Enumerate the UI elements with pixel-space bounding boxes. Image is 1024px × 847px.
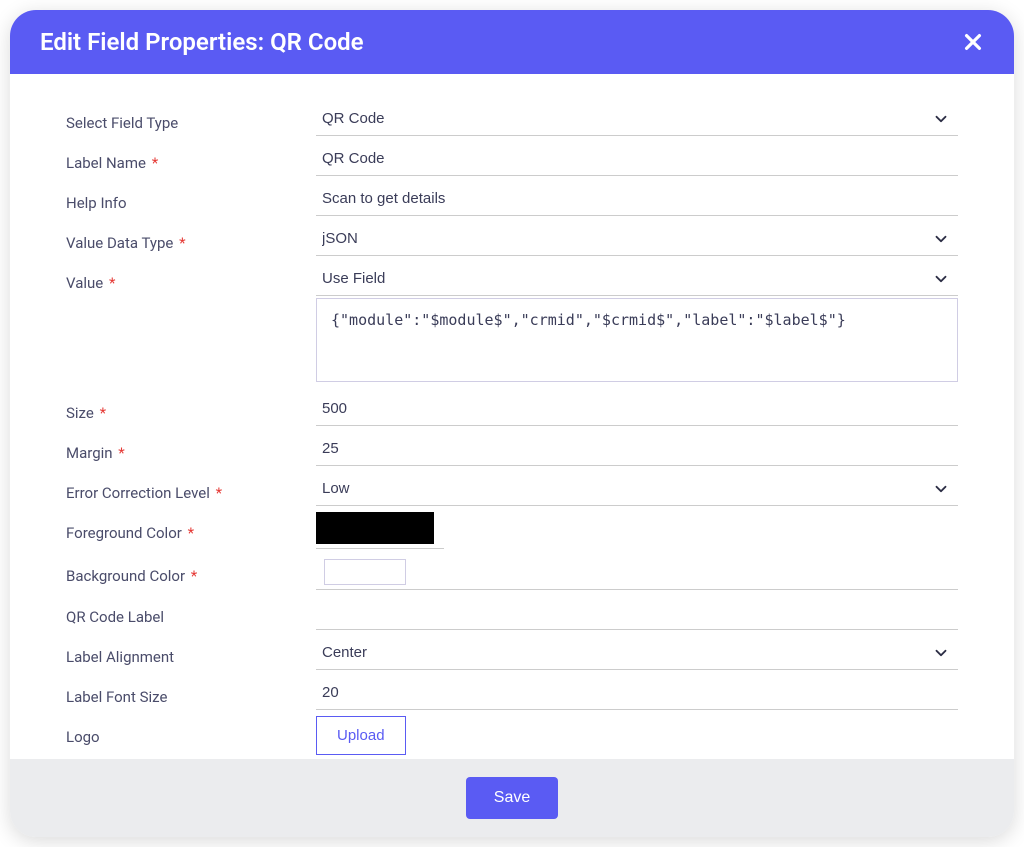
label-bg-color: Background Color * [66,555,316,585]
select-value-data-type[interactable] [316,222,958,256]
label-value-data-type: Value Data Type * [66,222,316,252]
row-fg-color: Foreground Color * [66,512,958,549]
close-button[interactable] [962,31,984,53]
edit-field-modal: Edit Field Properties: QR Code Select Fi… [10,10,1014,837]
close-icon [962,31,984,53]
row-ecl: Error Correction Level * [66,472,958,506]
input-help-info[interactable] [316,182,958,216]
row-margin: Margin * [66,432,958,466]
modal-header: Edit Field Properties: QR Code [10,10,1014,74]
label-value: Value * [66,262,316,292]
row-label-align: Label Alignment [66,636,958,670]
label-fg-color: Foreground Color * [66,512,316,542]
save-button[interactable]: Save [466,777,558,819]
modal-footer: Save [10,759,1014,837]
label-label-font-size: Label Font Size [66,676,316,706]
row-help-info: Help Info [66,182,958,216]
row-value: Value * [66,262,958,386]
input-margin[interactable] [316,432,958,466]
input-qr-label[interactable] [316,596,958,630]
select-ecl[interactable] [316,472,958,506]
row-label-font-size: Label Font Size [66,676,958,710]
color-picker-foreground[interactable] [316,512,434,544]
label-label-name: Label Name * [66,142,316,172]
label-qr-label: QR Code Label [66,596,316,626]
label-size: Size * [66,392,316,422]
label-label-align: Label Alignment [66,636,316,666]
modal-title: Edit Field Properties: QR Code [40,28,364,56]
row-logo: Logo Upload [66,716,958,755]
label-margin: Margin * [66,432,316,462]
select-value-mode[interactable] [316,262,958,296]
select-field-type[interactable] [316,102,958,136]
input-label-font-size[interactable] [316,676,958,710]
row-bg-color: Background Color * [66,555,958,590]
label-logo: Logo [66,716,316,746]
label-help-info: Help Info [66,182,316,212]
row-value-data-type: Value Data Type * [66,222,958,256]
row-label-name: Label Name * [66,142,958,176]
label-field-type: Select Field Type [66,102,316,132]
upload-button[interactable]: Upload [316,716,406,755]
input-label-name[interactable] [316,142,958,176]
color-picker-background[interactable] [324,559,406,585]
textarea-value[interactable] [316,298,958,382]
label-ecl: Error Correction Level * [66,472,316,502]
row-field-type: Select Field Type [66,102,958,136]
select-label-align[interactable] [316,636,958,670]
row-qr-label: QR Code Label [66,596,958,630]
input-size[interactable] [316,392,958,426]
modal-body: Select Field Type Label Name * Help Info [10,74,1014,759]
row-size: Size * [66,392,958,426]
